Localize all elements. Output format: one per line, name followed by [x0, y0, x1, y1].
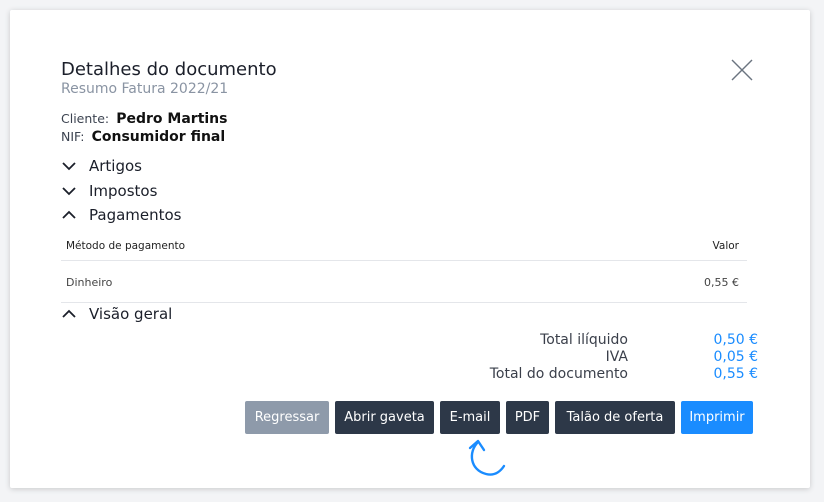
total-label: Total do documento — [489, 366, 628, 382]
abrir-gaveta-button[interactable]: Abrir gaveta — [335, 401, 434, 434]
totals-summary: Total ilíquido 0,50 € IVA 0,05 € Total d… — [410, 332, 758, 383]
section-impostos[interactable]: Impostos — [61, 182, 157, 200]
total-label: Total ilíquido — [540, 332, 628, 348]
client-info: Cliente: Pedro Martins — [61, 111, 227, 127]
total-row-iva: IVA 0,05 € — [410, 349, 758, 366]
document-details-dialog: Detalhes do documento Resumo Fatura 2022… — [10, 10, 810, 488]
chevron-down-icon — [61, 183, 77, 199]
close-button[interactable] — [730, 58, 754, 82]
total-value: 0,55 € — [713, 366, 758, 382]
total-value: 0,50 € — [713, 332, 758, 348]
column-value: Valor — [712, 240, 739, 252]
close-icon — [731, 59, 753, 81]
total-row-documento: Total do documento 0,55 € — [410, 366, 758, 383]
nif-value: Consumidor final — [91, 129, 226, 145]
column-method: Método de pagamento — [66, 240, 186, 252]
chevron-up-icon — [61, 207, 77, 223]
section-artigos[interactable]: Artigos — [61, 157, 142, 175]
regressar-button[interactable]: Regressar — [245, 401, 329, 434]
section-impostos-label: Impostos — [89, 182, 158, 200]
talao-oferta-button[interactable]: Talão de oferta — [555, 401, 675, 434]
total-value: 0,05 € — [713, 349, 758, 365]
payments-table: Método de pagamento Valor Dinheiro 0,55 … — [61, 238, 747, 303]
section-pagamentos[interactable]: Pagamentos — [61, 206, 182, 224]
section-pagamentos-label: Pagamentos — [89, 206, 182, 224]
payment-value: 0,55 € — [704, 276, 739, 289]
email-button[interactable]: E-mail — [440, 401, 500, 434]
table-row: Dinheiro 0,55 € — [61, 261, 747, 303]
pdf-button[interactable]: PDF — [506, 401, 549, 434]
total-label: IVA — [605, 349, 628, 365]
curved-arrow-icon — [468, 439, 506, 476]
chevron-down-icon — [61, 158, 77, 174]
payments-table-header: Método de pagamento Valor — [61, 238, 747, 261]
client-label: Cliente: — [61, 111, 110, 126]
dialog-subtitle: Resumo Fatura 2022/21 — [61, 81, 229, 97]
section-visao-geral-label: Visão geral — [89, 305, 173, 323]
client-name: Pedro Martins — [116, 111, 228, 127]
nif-info: NIF: Consumidor final — [61, 129, 225, 145]
section-artigos-label: Artigos — [89, 157, 142, 175]
action-buttons: Regressar Abrir gaveta E-mail PDF Talão … — [245, 401, 753, 434]
payment-method: Dinheiro — [66, 276, 113, 289]
chevron-up-icon — [61, 306, 77, 322]
imprimir-button[interactable]: Imprimir — [681, 401, 753, 434]
nif-label: NIF: — [61, 129, 85, 144]
dialog-title: Detalhes do documento — [61, 59, 277, 80]
total-row-iliquido: Total ilíquido 0,50 € — [410, 332, 758, 349]
section-visao-geral[interactable]: Visão geral — [61, 305, 172, 323]
